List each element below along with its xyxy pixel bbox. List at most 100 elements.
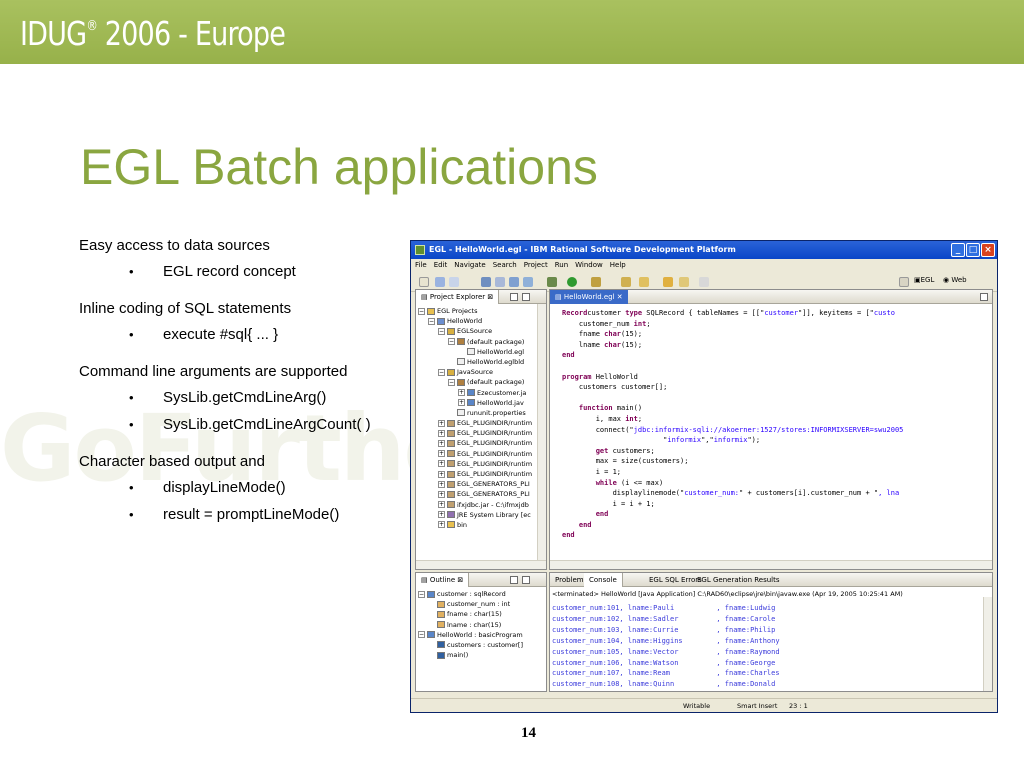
expand-toggle-icon[interactable]: − [448,338,455,346]
expand-toggle-icon[interactable]: + [438,419,445,427]
build-icon[interactable] [481,277,491,287]
editor-hscrollbar[interactable] [550,560,992,569]
tab-project-explorer[interactable]: ▤ Project Explorer ⊠ [416,290,500,304]
expand-toggle-icon[interactable]: + [438,511,445,519]
minimize-button[interactable]: _ [951,243,965,257]
menu-window[interactable]: Window [575,261,603,269]
menu-file[interactable]: File [415,261,427,269]
expand-toggle-icon[interactable]: + [438,521,445,529]
code-editor[interactable]: Recordcustomer type SQLRecord { tableNam… [562,308,903,541]
explorer-hscrollbar[interactable] [416,560,546,569]
expand-toggle-icon[interactable]: − [418,307,425,315]
tree-item[interactable]: + EGL_PLUGINDIR/runtim [418,459,538,469]
menu-project[interactable]: Project [524,261,548,269]
code-token: program [562,372,592,381]
tree-item[interactable]: + EGL_PLUGINDIR/runtim [418,438,538,448]
menu-edit[interactable]: Edit [434,261,448,269]
close-button[interactable]: × [981,243,995,257]
expand-toggle-icon[interactable]: + [458,389,465,396]
tree-item[interactable]: + bin [418,520,538,530]
minimize-view-icon[interactable] [510,293,518,301]
menu-navigate[interactable]: Navigate [454,261,485,269]
maximize-view-icon[interactable] [522,293,530,301]
debug-icon[interactable] [547,277,557,287]
field-icon [437,621,445,629]
tree-item[interactable]: + HelloWorld.jav [418,398,538,408]
expand-toggle-icon[interactable]: + [438,470,445,478]
tree-item[interactable]: − EGLSource [418,326,538,336]
tree-item[interactable]: + Ezecustomer.ja [418,388,538,398]
tree-item[interactable]: − HelloWorld : basicProgram [418,630,538,640]
tree-item[interactable]: customer_num : int [418,599,538,609]
tree-item[interactable]: − (default package) [418,337,538,347]
tab-helloworld-egl[interactable]: ▤ HelloWorld.egl ✕ [550,290,628,304]
minimize-outline-icon[interactable] [510,576,518,584]
tree-item[interactable]: rununit.properties [418,408,538,418]
maximize-editor-icon[interactable] [980,293,988,301]
expand-toggle-icon[interactable]: + [438,429,445,437]
perspective-web[interactable]: ◉ Web [943,276,967,284]
tab-console[interactable]: Console [584,573,623,587]
tree-item[interactable]: + EGL_PLUGINDIR/runtim [418,449,538,459]
expand-toggle-icon[interactable]: + [458,399,465,407]
maximize-button[interactable]: □ [966,243,980,257]
tree-item[interactable]: − EGL Projects [418,306,538,316]
tree-item[interactable]: + EGL_PLUGINDIR/runtim [418,469,538,479]
expand-toggle-icon[interactable]: + [438,460,445,468]
new-icon[interactable] [419,277,429,287]
console-scrollbar[interactable] [983,597,992,691]
tree-item[interactable]: + ifxjdbc.jar - C:\ifmxjdb [418,500,538,510]
expand-toggle-icon[interactable]: + [438,480,445,488]
tree-item[interactable]: + EGL_GENERATORS_PLI [418,479,538,489]
code-token: customer [764,309,799,317]
perspective-egl[interactable]: ▣EGL [914,276,934,284]
banner-brand: IDUG [20,14,87,53]
expand-toggle-icon[interactable]: − [438,368,445,376]
explorer-scrollbar[interactable] [537,304,546,569]
open-perspective-icon[interactable] [899,277,909,287]
tree-item[interactable]: − HelloWorld [418,316,538,326]
external-tools-icon[interactable] [591,277,601,287]
tree-item[interactable]: − (default package) [418,377,538,387]
expand-toggle-icon[interactable]: + [438,501,445,509]
maximize-outline-icon[interactable] [522,576,530,584]
expand-toggle-icon[interactable]: − [428,317,435,325]
tree-item[interactable]: customers : customer[] [418,640,538,650]
tree-item[interactable]: HelloWorld.eglbld [418,357,538,367]
edit-icon[interactable] [639,277,649,287]
tree-item[interactable]: + EGL_PLUGINDIR/runtim [418,428,538,438]
next-annotation-icon[interactable] [679,277,689,287]
tree-item[interactable]: + JRE System Library [ec [418,510,538,520]
expand-toggle-icon[interactable]: + [438,450,445,458]
window-titlebar[interactable]: EGL - HelloWorld.egl - IBM Rational Soft… [411,241,997,259]
menu-search[interactable]: Search [493,261,517,269]
tree-item[interactable]: HelloWorld.egl [418,347,538,357]
prev-annotation-icon[interactable] [663,277,673,287]
expand-toggle-icon[interactable]: + [438,439,445,447]
open-type-icon[interactable] [495,277,505,287]
print-icon[interactable] [449,277,459,287]
tree-item[interactable]: lname : char(15) [418,620,538,630]
expand-toggle-icon[interactable]: + [438,490,445,498]
menu-run[interactable]: Run [555,261,568,269]
expand-toggle-icon[interactable]: − [438,327,445,335]
tab-outline[interactable]: ▤ Outline ⊠ [416,573,470,587]
tree-item[interactable]: + EGL_GENERATORS_PLI [418,489,538,499]
tab-egl-generation-results[interactable]: EGL Generation Results [692,573,785,587]
jar-icon [447,460,455,468]
tree-item[interactable]: fname : char(15) [418,609,538,619]
tree-item[interactable]: + EGL_PLUGINDIR/runtim [418,418,538,428]
open-file-icon[interactable] [509,277,519,287]
tree-item[interactable]: − JavaSource [418,367,538,377]
tree-item[interactable]: main() [418,650,538,660]
expand-toggle-icon[interactable]: − [448,378,455,386]
back-icon[interactable] [699,277,709,287]
search-icon[interactable] [523,277,533,287]
run-icon[interactable] [567,277,577,287]
menu-help[interactable]: Help [610,261,626,269]
save-icon[interactable] [435,277,445,287]
expand-toggle-icon[interactable]: − [418,590,425,598]
expand-toggle-icon[interactable]: − [418,631,425,639]
tree-item[interactable]: − customer : sqlRecord [418,589,538,599]
open-task-icon[interactable] [621,277,631,287]
